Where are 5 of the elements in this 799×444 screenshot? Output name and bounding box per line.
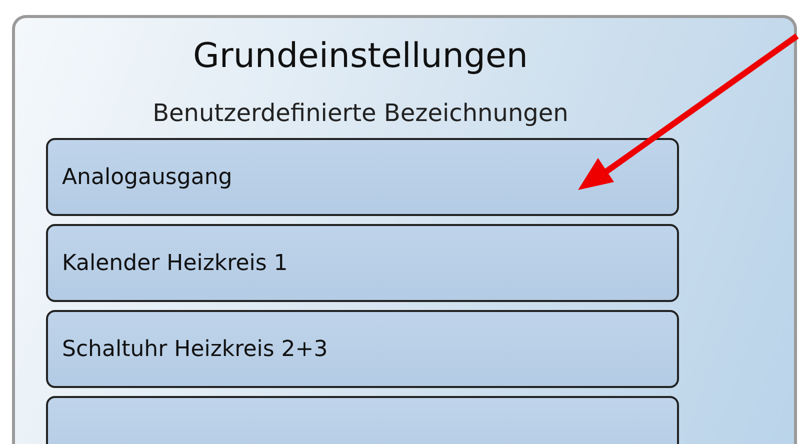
screen-title: Grundeinstellungen [192, 36, 529, 76]
menu-item[interactable]: Analogausgang [46, 138, 679, 216]
menu-item[interactable]: Schaltuhr Heizkreis 2+3 [46, 310, 679, 388]
menu-item[interactable]: Kalender Heizkreis 1 [46, 224, 679, 302]
screen-subtitle: Benutzerdefinierte Bezeichnungen [152, 98, 570, 128]
